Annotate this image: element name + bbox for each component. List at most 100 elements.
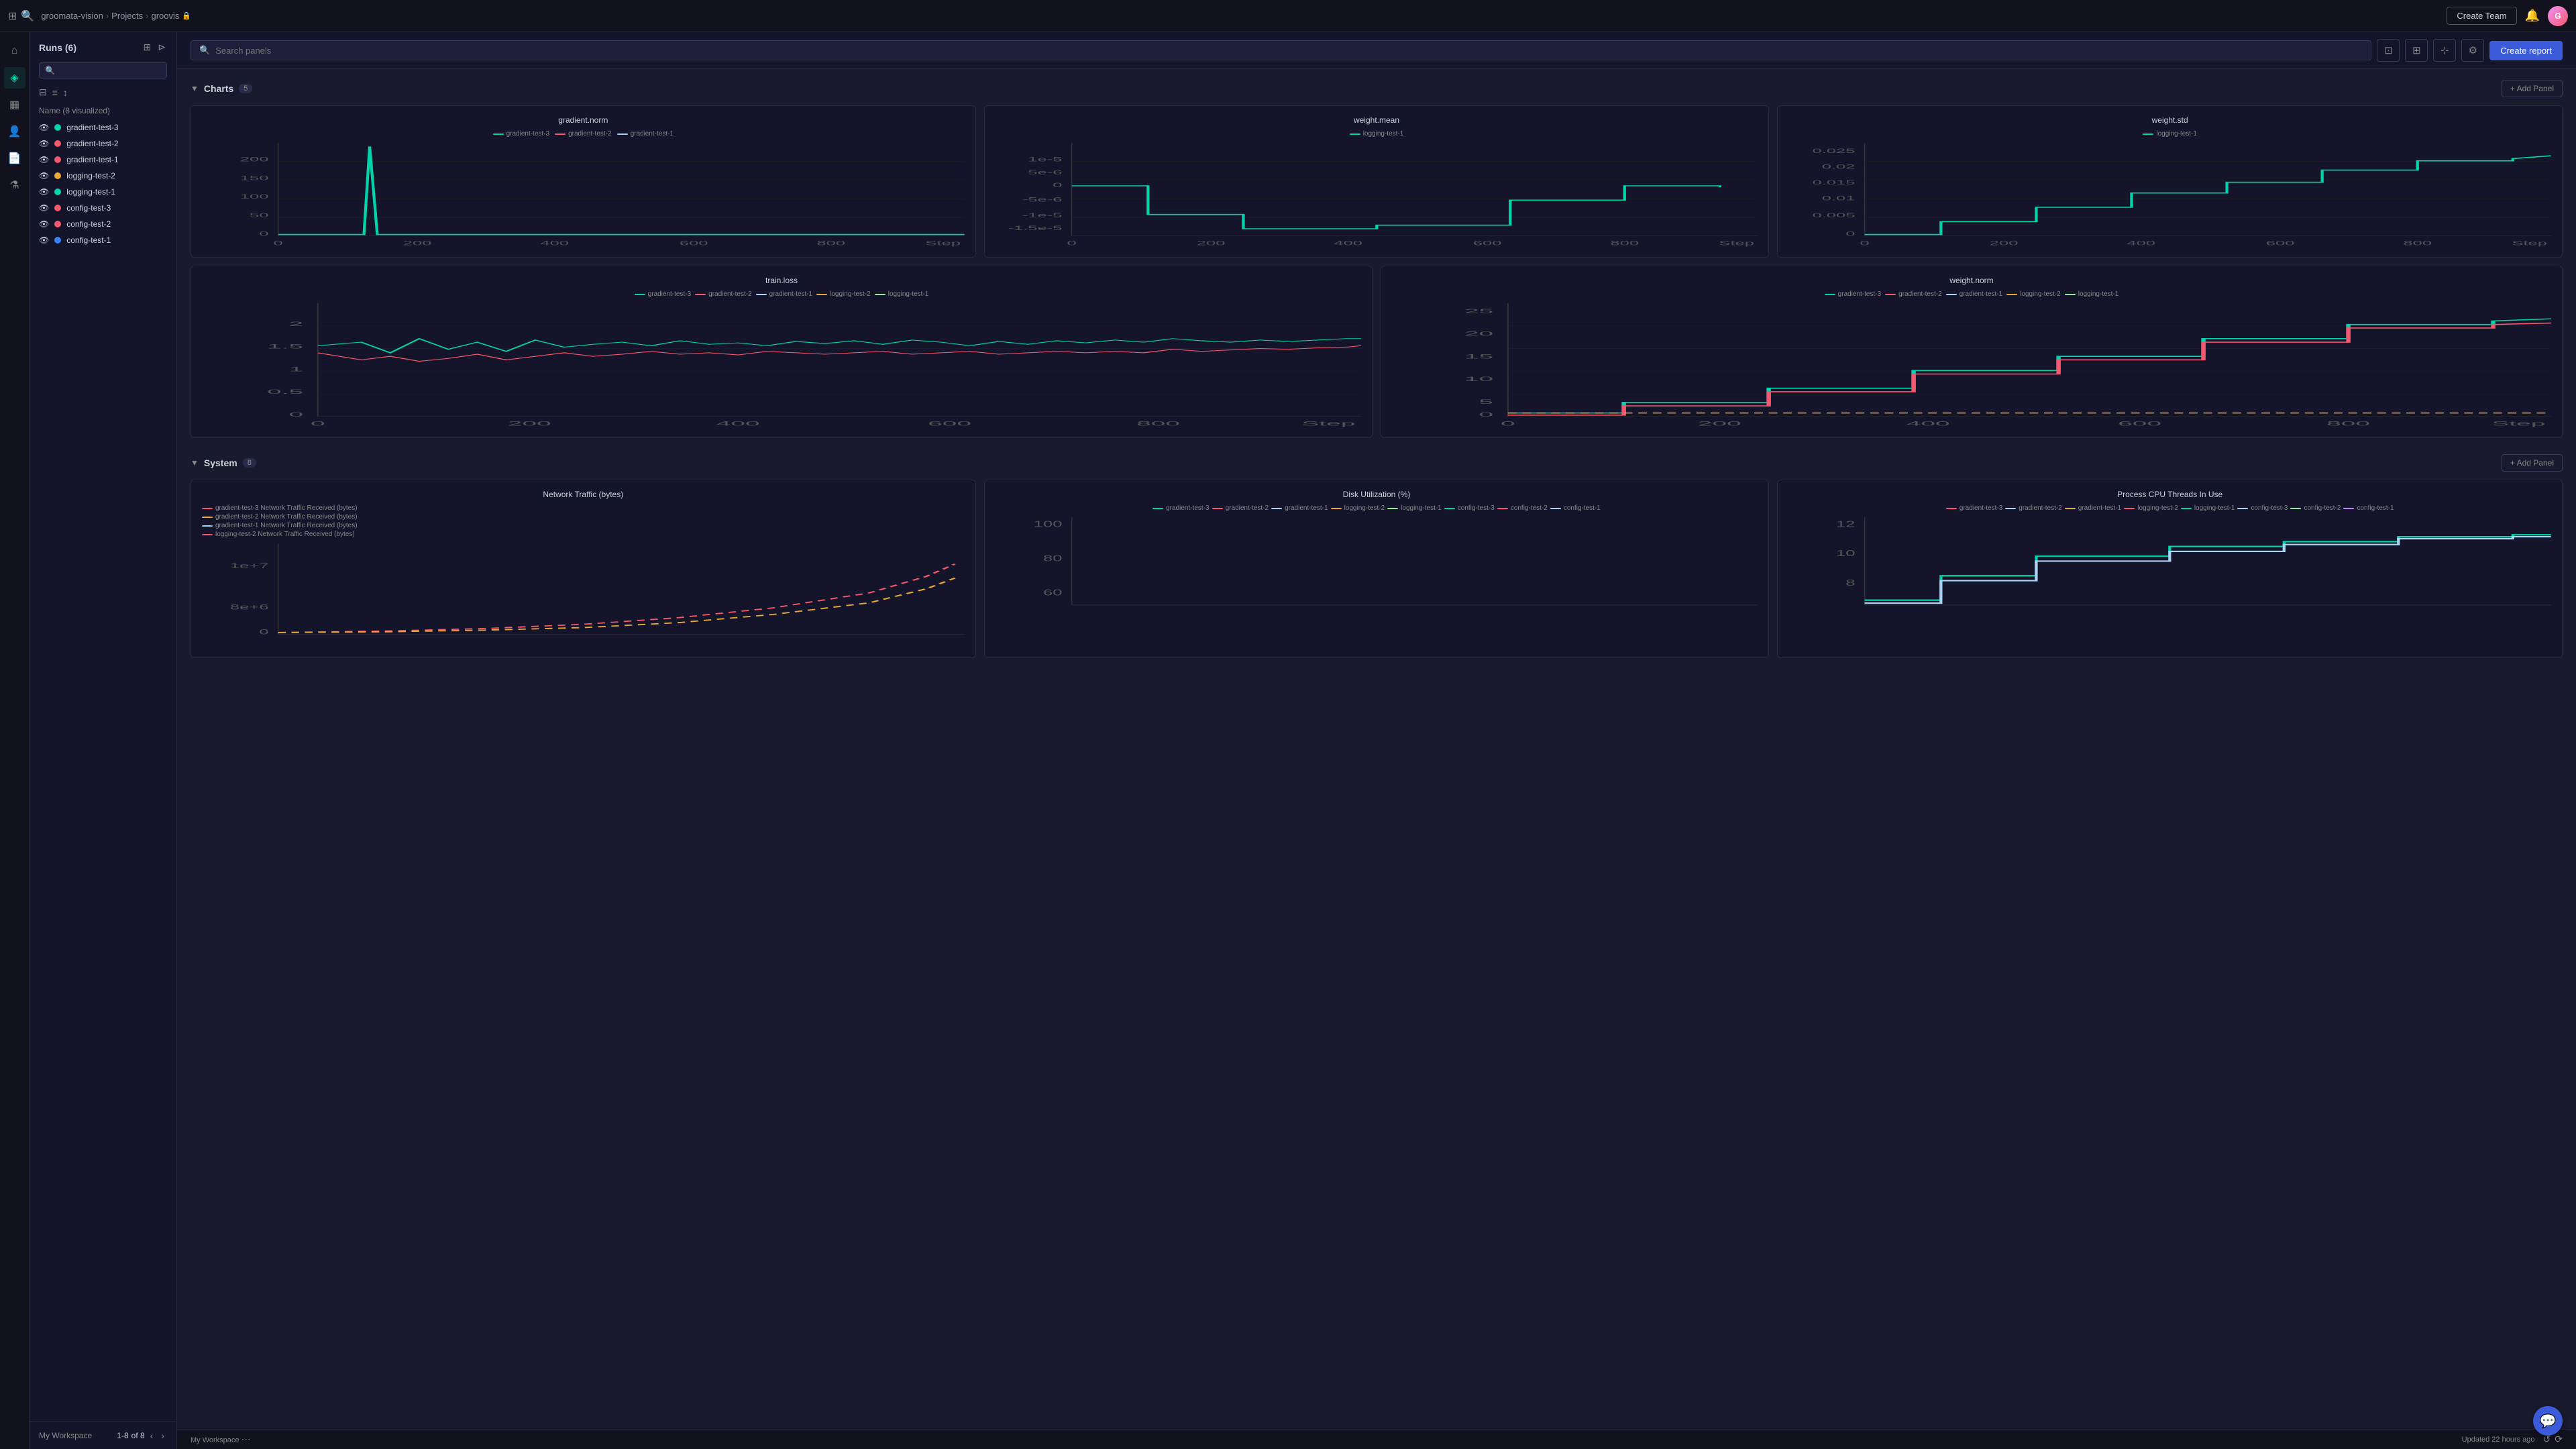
- svg-text:800: 800: [1136, 420, 1180, 427]
- legend-color: [2181, 508, 2192, 509]
- system-add-panel-button[interactable]: + Add Panel: [2502, 454, 2563, 472]
- legend-item: logging-test-2: [2006, 290, 2061, 298]
- svg-text:1.5: 1.5: [267, 343, 303, 350]
- icon-bar-person[interactable]: 👤: [4, 121, 25, 142]
- legend-label: gradient-test-1: [769, 290, 812, 298]
- run-name-label: logging-test-2: [66, 171, 115, 180]
- pagination-of: of 8: [131, 1431, 145, 1440]
- system-toggle[interactable]: ▼: [191, 458, 199, 468]
- legend-item: gradient-test-2: [2005, 504, 2061, 512]
- legend-item: gradient-test-2: [1212, 504, 1269, 512]
- run-list-item[interactable]: 👁 config-test-3: [30, 200, 176, 216]
- svg-text:80: 80: [1043, 554, 1062, 564]
- sidebar-expand-button[interactable]: ⊳: [156, 40, 167, 54]
- toolbar-icon-btn-1[interactable]: ⊡: [2377, 39, 2400, 62]
- breadcrumb-projects[interactable]: Projects: [111, 11, 143, 21]
- chart-network-traffic-area: 1e+7 8e+6 0: [202, 543, 965, 651]
- legend-color: [555, 133, 566, 135]
- run-eye-icon: 👁: [39, 203, 49, 213]
- run-list-item[interactable]: 👁 config-test-1: [30, 232, 176, 248]
- reload-button[interactable]: ⟳: [2555, 1434, 2563, 1445]
- legend-label: gradient-test-2: [568, 130, 611, 138]
- nav-search-icon[interactable]: 🔍: [21, 9, 34, 23]
- svg-text:-5e-6: -5e-6: [1022, 197, 1062, 203]
- panels-area: ▼ Charts 5 + Add Panel gradient.norm gra…: [177, 69, 2576, 1429]
- breadcrumb-sep1: ›: [106, 11, 109, 21]
- svg-text:100: 100: [1033, 520, 1062, 529]
- main-layout: ⌂ ◈ ▦ 👤 📄 ⚗ Runs (6) ⊞ ⊳ ⊟ ≡ ↕ Name (8 v…: [0, 32, 2576, 1449]
- legend-label: logging-test-1: [888, 290, 929, 298]
- charts-toggle[interactable]: ▼: [191, 84, 199, 93]
- legend-color: [1271, 508, 1282, 509]
- toolbar-icon-btn-3[interactable]: ⊹: [2433, 39, 2456, 62]
- icon-bar-table[interactable]: ▦: [4, 94, 25, 115]
- toolbar-icon-btn-2[interactable]: ⊞: [2405, 39, 2428, 62]
- bell-icon[interactable]: 🔔: [2525, 9, 2540, 23]
- pagination-prev[interactable]: ‹: [148, 1429, 156, 1442]
- svg-text:400: 400: [1334, 240, 1362, 247]
- svg-text:800: 800: [2326, 420, 2370, 427]
- svg-text:0: 0: [289, 411, 304, 418]
- run-color-indicator: [54, 172, 61, 179]
- svg-text:200: 200: [1990, 240, 2019, 247]
- run-name-label: gradient-test-2: [66, 139, 118, 148]
- create-report-button[interactable]: Create report: [2489, 41, 2563, 60]
- legend-label: logging-test-1: [2078, 290, 2119, 298]
- sidebar-search-input[interactable]: [39, 62, 167, 78]
- chart-weight-std-area: 0.025 0.02 0.015 0.01 0.005 0 0 200 400 …: [1788, 143, 2551, 250]
- sort-button[interactable]: ↕: [63, 87, 68, 98]
- run-eye-icon: 👁: [39, 235, 49, 245]
- pagination-range: 1-8: [117, 1431, 128, 1440]
- legend-label: gradient-test-2: [708, 290, 751, 298]
- pagination-next[interactable]: ›: [158, 1429, 167, 1442]
- legend-item: config-test-2: [2290, 504, 2341, 512]
- run-list-item[interactable]: 👁 gradient-test-2: [30, 136, 176, 152]
- icon-bar: ⌂ ◈ ▦ 👤 📄 ⚗: [0, 32, 30, 1449]
- search-panels-input[interactable]: [215, 46, 2363, 56]
- svg-text:600: 600: [2118, 420, 2161, 427]
- icon-bar-chart[interactable]: ◈: [4, 67, 25, 89]
- icon-bar-doc[interactable]: 📄: [4, 148, 25, 169]
- columns-button[interactable]: ≡: [52, 87, 58, 98]
- legend-color: [1152, 508, 1163, 509]
- run-color-indicator: [54, 124, 61, 131]
- toolbar-icon-btn-4[interactable]: ⚙: [2461, 39, 2484, 62]
- legend-item: gradient-test-1: [756, 290, 812, 298]
- icon-bar-home[interactable]: ⌂: [4, 40, 25, 62]
- breadcrumb-current-name[interactable]: groovis: [151, 11, 179, 21]
- chart-weight-std: weight.std logging-test-1: [1777, 105, 2563, 258]
- svg-text:200: 200: [1196, 240, 1225, 247]
- run-name-label: gradient-test-3: [66, 123, 118, 132]
- chat-bubble-button[interactable]: 💬: [2533, 1406, 2563, 1436]
- filter-button[interactable]: ⊟: [39, 87, 47, 98]
- svg-text:400: 400: [2127, 240, 2156, 247]
- svg-text:1e+7: 1e+7: [230, 561, 269, 570]
- legend-item: gradient-test-3: [493, 130, 549, 138]
- legend-item: logging-test-1: [1350, 130, 1404, 138]
- run-list-item[interactable]: 👁 gradient-test-3: [30, 119, 176, 136]
- workspace-more-button[interactable]: ⋯: [241, 1434, 251, 1445]
- sidebar-columns-button[interactable]: ⊞: [142, 40, 153, 54]
- run-list-item[interactable]: 👁 gradient-test-1: [30, 152, 176, 168]
- charts-row-1: gradient.norm gradient-test-3 gradient-t…: [191, 105, 2563, 258]
- run-list-item[interactable]: 👁 logging-test-2: [30, 168, 176, 184]
- system-section-count: 8: [243, 458, 256, 468]
- legend-color: [202, 525, 213, 527]
- avatar[interactable]: G: [2548, 6, 2568, 26]
- system-charts-row-1: Network Traffic (bytes) gradient-test-3 …: [191, 480, 2563, 658]
- run-list-item[interactable]: 👁 config-test-2: [30, 216, 176, 232]
- icon-bar-beaker[interactable]: ⚗: [4, 174, 25, 196]
- create-team-button[interactable]: Create Team: [2447, 7, 2516, 25]
- legend-label: gradient-test-3: [1960, 504, 2002, 512]
- svg-text:200: 200: [403, 240, 432, 247]
- charts-add-panel-button[interactable]: + Add Panel: [2502, 80, 2563, 97]
- legend-label: logging-test-2: [830, 290, 871, 298]
- breadcrumb-org[interactable]: groomata-vision: [41, 11, 103, 21]
- run-list-item[interactable]: 👁 logging-test-1: [30, 184, 176, 200]
- chart-train-loss-legend: gradient-test-3 gradient-test-2 gradient…: [202, 290, 1361, 298]
- legend-item: config-test-2: [1497, 504, 1548, 512]
- run-name-label: gradient-test-1: [66, 155, 118, 164]
- grid-icon[interactable]: ⊞: [8, 9, 17, 23]
- svg-text:400: 400: [540, 240, 569, 247]
- legend-color: [1387, 508, 1398, 509]
